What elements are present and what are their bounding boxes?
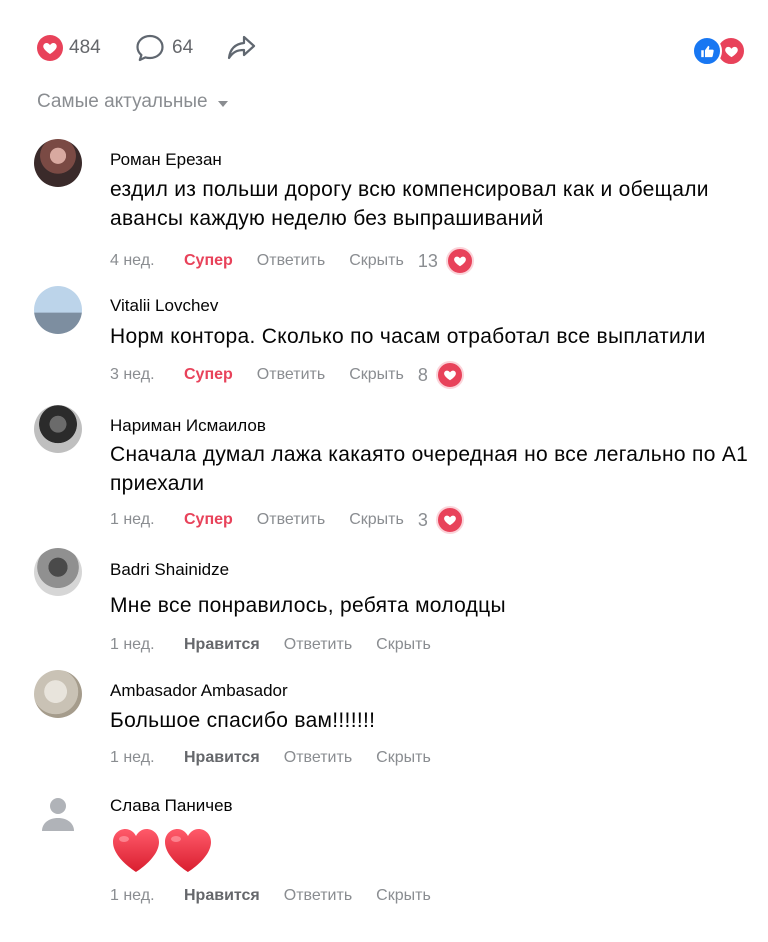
- comment-author[interactable]: Роман Ерезан: [110, 150, 222, 170]
- thumbs-up-icon: [692, 36, 722, 66]
- comment-actions: 1 нед. Нравится Ответить Скрыть: [110, 887, 445, 905]
- comment-time[interactable]: 1 нед.: [110, 887, 184, 905]
- comment-author[interactable]: Badri Shainidze: [110, 560, 229, 580]
- comment-time[interactable]: 1 нед.: [110, 636, 184, 654]
- hide-button[interactable]: Скрыть: [376, 636, 431, 654]
- reaction-button[interactable]: Супер: [184, 511, 233, 529]
- comment-author[interactable]: Vitalii Lovchev: [110, 296, 218, 316]
- comment-time[interactable]: 3 нед.: [110, 366, 184, 384]
- hide-button[interactable]: Скрыть: [349, 366, 404, 384]
- like-button[interactable]: Нравится: [184, 887, 260, 905]
- comment-actions: 4 нед. Супер Ответить Скрыть 13: [110, 247, 474, 275]
- reaction-summary[interactable]: [692, 36, 746, 66]
- comment-bubble-icon: [134, 32, 166, 64]
- post-stats-bar: 484 64: [0, 28, 768, 68]
- hide-button[interactable]: Скрыть: [376, 749, 431, 767]
- avatar[interactable]: [34, 286, 82, 334]
- comment-actions: 1 нед. Нравится Ответить Скрыть: [110, 636, 445, 654]
- comment-text: Норм контора. Сколько по часам отработал…: [110, 325, 706, 348]
- reaction-button[interactable]: Супер: [184, 366, 233, 384]
- caret-down-icon: [217, 100, 228, 107]
- reply-button[interactable]: Ответить: [257, 252, 325, 270]
- comment-author[interactable]: Нариман Исмаилов: [110, 416, 266, 436]
- comment-text: Сначала думал лажа какаято очередная но …: [110, 443, 749, 495]
- avatar[interactable]: [34, 405, 82, 453]
- sort-label: Самые актуальные: [37, 91, 208, 112]
- share-button[interactable]: [226, 28, 258, 68]
- red-heart-emoji-icon: [165, 829, 211, 872]
- red-heart-emoji-icon: [113, 829, 159, 872]
- heart-emoji-pair: [110, 826, 214, 874]
- reply-button[interactable]: Ответить: [257, 511, 325, 529]
- reply-button[interactable]: Ответить: [284, 636, 352, 654]
- sort-dropdown[interactable]: Самые актуальные: [37, 91, 228, 113]
- reply-button[interactable]: Ответить: [284, 887, 352, 905]
- heart-reaction-icon: [435, 361, 464, 389]
- comment-actions: 3 нед. Супер Ответить Скрыть 8: [110, 361, 464, 389]
- comment-time[interactable]: 4 нед.: [110, 252, 184, 270]
- comments-stat[interactable]: 64: [134, 28, 193, 68]
- comment-author[interactable]: Ambasador Ambasador: [110, 681, 288, 701]
- heart-reaction-icon: [435, 506, 464, 534]
- reaction-count: 13: [417, 250, 438, 271]
- comments-count: 64: [172, 37, 194, 58]
- heart-icon: [37, 35, 63, 61]
- avatar[interactable]: [34, 548, 82, 596]
- comment-actions: 1 нед. Супер Ответить Скрыть 3: [110, 506, 464, 534]
- reply-button[interactable]: Ответить: [257, 366, 325, 384]
- reaction-button[interactable]: Супер: [184, 252, 233, 270]
- like-button[interactable]: Нравится: [184, 749, 260, 767]
- avatar[interactable]: [34, 139, 82, 187]
- reaction-count: 8: [417, 364, 428, 385]
- like-button[interactable]: Нравится: [184, 636, 260, 654]
- comment-text: Большое спасибо вам!!!!!!!: [110, 709, 376, 732]
- hide-button[interactable]: Скрыть: [376, 887, 431, 905]
- likes-count: 484: [69, 37, 101, 58]
- comment-time[interactable]: 1 нед.: [110, 511, 184, 529]
- avatar[interactable]: [34, 670, 82, 718]
- reaction-count: 3: [417, 509, 428, 530]
- share-arrow-icon: [226, 33, 258, 63]
- heart-reaction-icon: [445, 247, 474, 275]
- comment-actions: 1 нед. Нравится Ответить Скрыть: [110, 749, 445, 767]
- comment-text: ездил из польши дорогу всю компенсировал…: [110, 178, 709, 230]
- hide-button[interactable]: Скрыть: [349, 252, 404, 270]
- comment-text: Мне все понравилось, ребята молодцы: [110, 594, 506, 617]
- default-user-icon[interactable]: [36, 793, 80, 837]
- hide-button[interactable]: Скрыть: [349, 511, 404, 529]
- comment-time[interactable]: 1 нед.: [110, 749, 184, 767]
- comment-author[interactable]: Слава Паничев: [110, 796, 233, 816]
- likes-stat[interactable]: 484: [37, 28, 101, 68]
- reply-button[interactable]: Ответить: [284, 749, 352, 767]
